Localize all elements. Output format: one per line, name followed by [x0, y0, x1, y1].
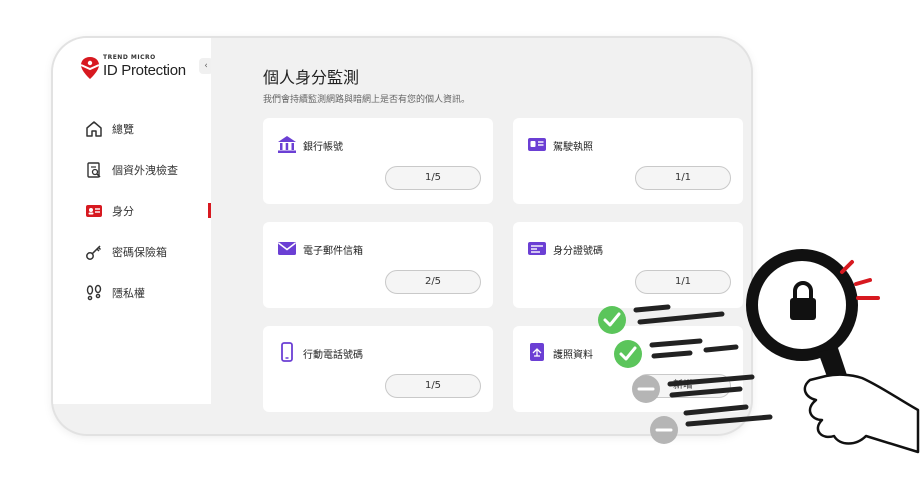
license-icon	[528, 138, 546, 151]
app-window: TREND MICRO ID Protection ‹ 總覽 個資外洩檢查 身分…	[53, 38, 751, 434]
card-label: 護照資料	[553, 350, 593, 361]
bank-icon	[278, 136, 296, 153]
sidebar-item-identity[interactable]: 身分	[85, 190, 211, 231]
page-subtitle: 我們會持續監測網路與暗網上是否有您的個人資訊。	[263, 95, 471, 105]
sidebar-item-password-vault[interactable]: 密碼保險箱	[85, 231, 211, 272]
sidebar-item-label: 身分	[112, 204, 134, 218]
logo: TREND MICRO ID Protection	[79, 52, 189, 82]
card-label: 身分證號碼	[553, 246, 603, 257]
card-add-button[interactable]: 新增	[635, 374, 731, 398]
sidebar-item-breach-check[interactable]: 個資外洩檢查	[85, 149, 211, 190]
document-search-icon	[85, 161, 103, 179]
card-bank-account[interactable]: 銀行帳號 1/5	[263, 118, 493, 204]
card-id-number[interactable]: 身分證號碼 1/1	[513, 222, 743, 308]
id-card-icon	[85, 202, 103, 220]
sidebar: TREND MICRO ID Protection ‹ 總覽 個資外洩檢查 身分…	[53, 38, 213, 404]
sidebar-item-label: 個資外洩檢查	[112, 163, 178, 177]
card-label: 駕駛執照	[553, 142, 593, 153]
card-count-button[interactable]: 1/5	[385, 374, 481, 398]
sidebar-item-label: 總覽	[112, 122, 134, 136]
key-icon	[85, 243, 103, 261]
card-label: 行動電話號碼	[303, 350, 363, 361]
sidebar-item-label: 密碼保險箱	[112, 245, 167, 259]
card-driver-license[interactable]: 駕駛執照 1/1	[513, 118, 743, 204]
sidebar-item-label: 隱私權	[112, 286, 145, 300]
envelope-icon	[278, 242, 296, 255]
card-label: 銀行帳號	[303, 142, 343, 153]
card-email[interactable]: 電子郵件信箱 2/5	[263, 222, 493, 308]
sidebar-nav: 總覽 個資外洩檢查 身分 密碼保險箱 隱私權	[85, 108, 211, 313]
card-mobile-phone[interactable]: 行動電話號碼 1/5	[263, 326, 493, 412]
id-number-icon	[528, 242, 546, 255]
card-count-button[interactable]: 1/1	[635, 166, 731, 190]
phone-icon	[281, 342, 293, 362]
footprints-icon	[85, 284, 103, 302]
page-title: 個人身分監測	[263, 68, 360, 87]
sidebar-item-privacy[interactable]: 隱私權	[85, 272, 211, 313]
brand-name: TREND MICRO	[103, 54, 156, 61]
magnifier-icon	[746, 249, 866, 440]
card-count-button[interactable]: 2/5	[385, 270, 481, 294]
sidebar-item-overview[interactable]: 總覽	[85, 108, 211, 149]
card-passport[interactable]: 護照資料 新增	[513, 326, 743, 412]
home-icon	[85, 120, 103, 138]
passport-icon	[530, 343, 544, 361]
spark-lines	[840, 260, 880, 300]
card-count-button[interactable]: 1/5	[385, 166, 481, 190]
location-pin-icon	[80, 57, 100, 79]
product-name: ID Protection	[103, 62, 186, 79]
main-content: 個人身分監測 我們會持續監測網路與暗網上是否有您的個人資訊。 銀行帳號 1/5 …	[211, 38, 751, 412]
card-count-button[interactable]: 1/1	[635, 270, 731, 294]
card-label: 電子郵件信箱	[303, 246, 363, 257]
hand-illustration	[803, 373, 920, 454]
